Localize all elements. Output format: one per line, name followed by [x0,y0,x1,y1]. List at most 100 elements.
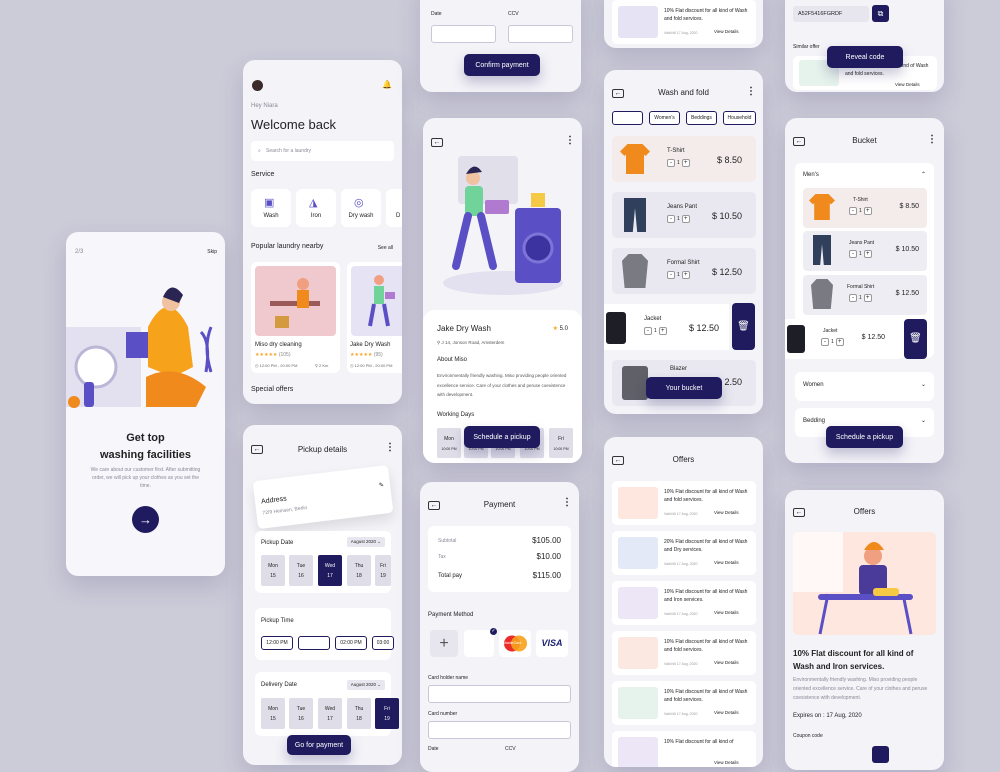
more-icon[interactable]: ⋮ [562,498,572,508]
day-mon[interactable]: Mon 15 [261,698,285,729]
copy-icon[interactable]: ⧉ [872,5,889,22]
minus-icon[interactable]: - [644,327,652,335]
offer-card[interactable]: 10% Flat discount for all kind of Wash a… [612,581,756,625]
quantity-stepper[interactable]: -1 + [821,338,844,346]
time-slot-selected[interactable]: 01:00 PM [298,636,330,650]
quantity-stepper[interactable]: -1 + [667,159,690,167]
women-section[interactable]: Women ⌄ [795,372,934,401]
tab-beddings[interactable]: Beddings [686,111,717,125]
day-tue[interactable]: Tue 16 [289,555,313,586]
address-card[interactable]: Address 72/9 Heinsen, Berlin ✎ [252,464,394,530]
minus-icon[interactable]: - [667,159,675,167]
plus-icon[interactable]: + [658,327,667,335]
back-arrow-icon[interactable]: ← [431,138,443,147]
view-details-link[interactable]: View Details [714,760,739,765]
view-details-link[interactable]: View Details [714,660,739,665]
offer-card[interactable]: 10% Flat discount for all kind of Wash a… [612,631,756,675]
time-slot[interactable]: 12:00 PM [261,636,293,650]
reveal-code-button[interactable]: Reveal code [827,46,903,68]
plus-icon[interactable]: + [681,215,690,223]
service-iron[interactable]: ◮ Iron [296,189,336,227]
date-input[interactable] [431,25,496,43]
minus-icon[interactable]: - [821,338,829,346]
month-select[interactable]: August 2020 ⌄ [346,537,385,547]
quantity-stepper[interactable]: -1 + [667,271,690,279]
avatar[interactable] [252,80,263,91]
visa-option[interactable]: VISA [536,630,568,657]
time-slot[interactable]: 02:00 PM [335,636,367,650]
day-thu[interactable]: Thu 18 [347,698,371,729]
add-card-icon[interactable]: + [430,630,458,657]
copy-icon[interactable] [872,746,889,763]
laundry-card-miso[interactable]: Miso dry cleaning ★★★★★ (105) ◷ 12:00 PM… [251,262,340,373]
view-details-link[interactable]: View Details [895,82,920,87]
delete-icon[interactable]: 🗑 [732,303,755,350]
offer-card[interactable]: 10% Flat discount for all kind of View De… [612,731,756,767]
more-icon[interactable]: ⋮ [565,136,575,146]
service-dry-wash[interactable]: ◎ Dry wash [341,189,381,227]
plus-icon[interactable]: + [863,207,872,215]
offer-card[interactable]: 10% Flat discount for all kind of Wash a… [612,481,756,525]
apple-pay-icon[interactable] [464,630,494,657]
plus-icon[interactable]: + [835,338,844,346]
more-icon[interactable]: ⋮ [385,443,395,453]
offer-card[interactable]: 10% Flat discount for all kind of Wash a… [612,0,756,44]
quantity-stepper[interactable]: -1 + [667,215,690,223]
service-wash[interactable]: ▣ Wash [251,189,291,227]
mastercard-option[interactable]: MasterCard [499,630,531,657]
day-fri[interactable]: Fri 19 [375,698,399,729]
minus-icon[interactable]: - [849,250,857,258]
month-select[interactable]: August 2020 ⌄ [346,680,385,690]
offer-card[interactable]: 20% Flat discount for all kind of Wash a… [612,531,756,575]
plus-icon[interactable]: + [681,271,690,279]
see-all-link[interactable]: See all [378,245,393,251]
minus-icon[interactable]: - [667,215,675,223]
go-for-payment-button[interactable]: Go for payment [287,735,351,755]
edit-icon[interactable]: ✎ [379,482,385,489]
schedule-pickup-button[interactable]: Schedule a pickup [464,426,540,448]
plus-icon[interactable]: + [863,250,872,258]
offer-card[interactable]: 10% Flat discount for all kind of Wash a… [612,681,756,725]
cloth-item-swiped[interactable]: Jacket -1 + $ 12.50 [604,304,729,350]
chevron-up-icon[interactable]: ⌃ [921,171,926,178]
next-arrow-button[interactable]: → [132,506,159,533]
view-details-link[interactable]: View Details [714,560,739,565]
minus-icon[interactable]: - [849,294,857,302]
view-details-link[interactable]: View Details [714,710,739,715]
laundry-card-jake[interactable]: Jake Dry Wash ★★★★★ (95) ◷ 12:00 PM - 20… [347,262,402,373]
skip-link[interactable]: Skip [207,249,217,255]
service-more[interactable]: D [386,189,402,227]
confirm-payment-button[interactable]: Confirm payment [464,54,540,76]
day-mon[interactable]: Mon 15 [261,555,285,586]
tab-womens[interactable]: Women's [649,111,680,125]
day-fri[interactable]: Fri 19 [375,555,391,586]
minus-icon[interactable]: - [849,207,857,215]
card-number-input[interactable] [428,721,571,739]
search-input[interactable]: ⌕ Search for a laundry [251,141,394,161]
plus-icon[interactable]: + [681,159,690,167]
quantity-stepper[interactable]: -1 + [849,207,872,215]
more-icon[interactable]: ⋮ [746,87,756,97]
day-tue[interactable]: Tue 16 [289,698,313,729]
schedule-pickup-button[interactable]: Schedule a pickup [826,426,903,448]
your-bucket-button[interactable]: Your bucket [646,377,722,399]
ccv-input[interactable] [508,25,573,43]
quantity-stepper[interactable]: -1 + [849,294,872,302]
tab-household[interactable]: Household [723,111,756,125]
time-slot[interactable]: 03:00 [372,636,394,650]
day-thu[interactable]: Thu 18 [347,555,371,586]
minus-icon[interactable]: - [667,271,675,279]
more-icon[interactable]: ⋮ [927,135,937,145]
bell-icon[interactable]: 🔔 [382,80,392,89]
day-wed[interactable]: Wed 17 [318,555,342,586]
bucket-item-swiped[interactable]: Jacket -1 + $ 12.50 [785,319,899,359]
view-details-link[interactable]: View Details [714,29,739,34]
card-holder-input[interactable] [428,685,571,703]
tab-mens[interactable]: Men's [612,111,643,125]
view-details-link[interactable]: View Details [714,510,739,515]
delete-icon[interactable]: 🗑 [904,319,927,359]
plus-icon[interactable]: + [863,294,872,302]
day-wed[interactable]: Wed 17 [318,698,342,729]
quantity-stepper[interactable]: -1 + [644,327,667,335]
quantity-stepper[interactable]: -1 + [849,250,872,258]
